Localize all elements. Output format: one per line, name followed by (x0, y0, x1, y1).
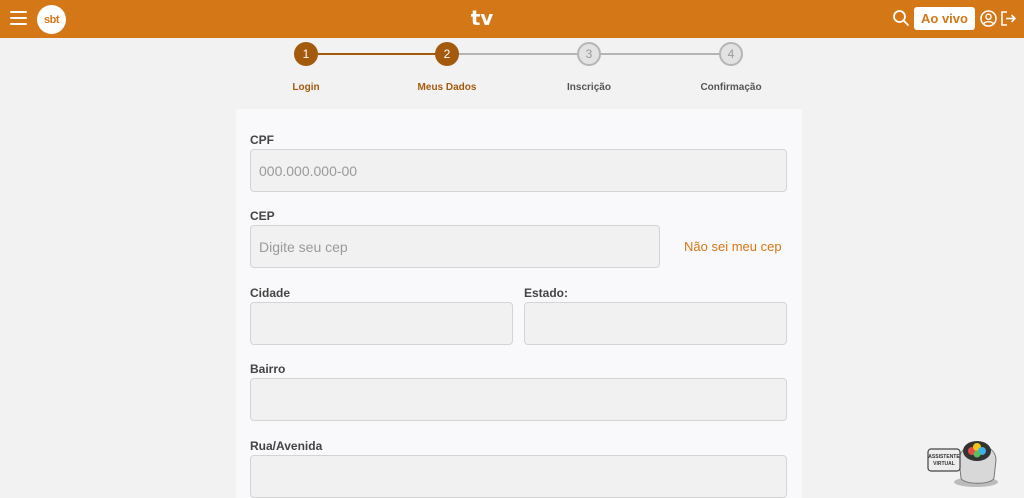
progress-stepper: 1 2 3 4 Login Meus Dados Inscrição Confi… (0, 38, 1024, 108)
cidade-label: Cidade (250, 286, 291, 300)
cep-label: CEP (250, 209, 275, 223)
unknown-cep-link[interactable]: Não sei meu cep (684, 239, 782, 254)
rua-label: Rua/Avenida (250, 439, 323, 453)
step-connector-2-3 (447, 53, 589, 55)
user-account-icon[interactable] (980, 10, 997, 27)
top-bar: sbt tv Ao vivo (0, 0, 1024, 38)
step-3-label: Inscrição (567, 82, 611, 93)
live-button[interactable]: Ao vivo (914, 7, 975, 30)
step-connector-1-2 (318, 53, 448, 55)
logout-icon[interactable] (1000, 10, 1016, 27)
cidade-input[interactable] (250, 302, 513, 345)
cpf-input[interactable] (250, 149, 787, 192)
svg-text:ASSISTENTE: ASSISTENTE (928, 454, 960, 460)
sbt-logo[interactable]: sbt (37, 5, 66, 34)
virtual-assistant-icon[interactable]: ASSISTENTE VIRTUAL (926, 430, 1002, 490)
rua-input[interactable] (250, 455, 787, 498)
step-connector-3-4 (589, 53, 731, 55)
step-1-circle: 1 (294, 42, 318, 66)
bairro-input[interactable] (250, 378, 787, 421)
step-2-label: Meus Dados (417, 82, 477, 93)
step-3-circle: 3 (577, 42, 601, 66)
step-4-label: Confirmação (700, 82, 762, 93)
step-4-circle: 4 (719, 42, 743, 66)
search-icon[interactable] (892, 9, 910, 27)
step-1-label: Login (292, 82, 320, 93)
svg-text:VIRTUAL: VIRTUAL (933, 461, 955, 467)
estado-label: Estado: (524, 286, 569, 300)
cep-input[interactable] (250, 225, 660, 268)
brand-title: tv (470, 6, 494, 30)
cpf-label: CPF (250, 133, 274, 147)
hamburger-menu-icon[interactable] (10, 11, 27, 25)
bairro-label: Bairro (250, 362, 286, 376)
estado-select[interactable] (524, 302, 787, 345)
step-2-circle: 2 (435, 42, 459, 66)
